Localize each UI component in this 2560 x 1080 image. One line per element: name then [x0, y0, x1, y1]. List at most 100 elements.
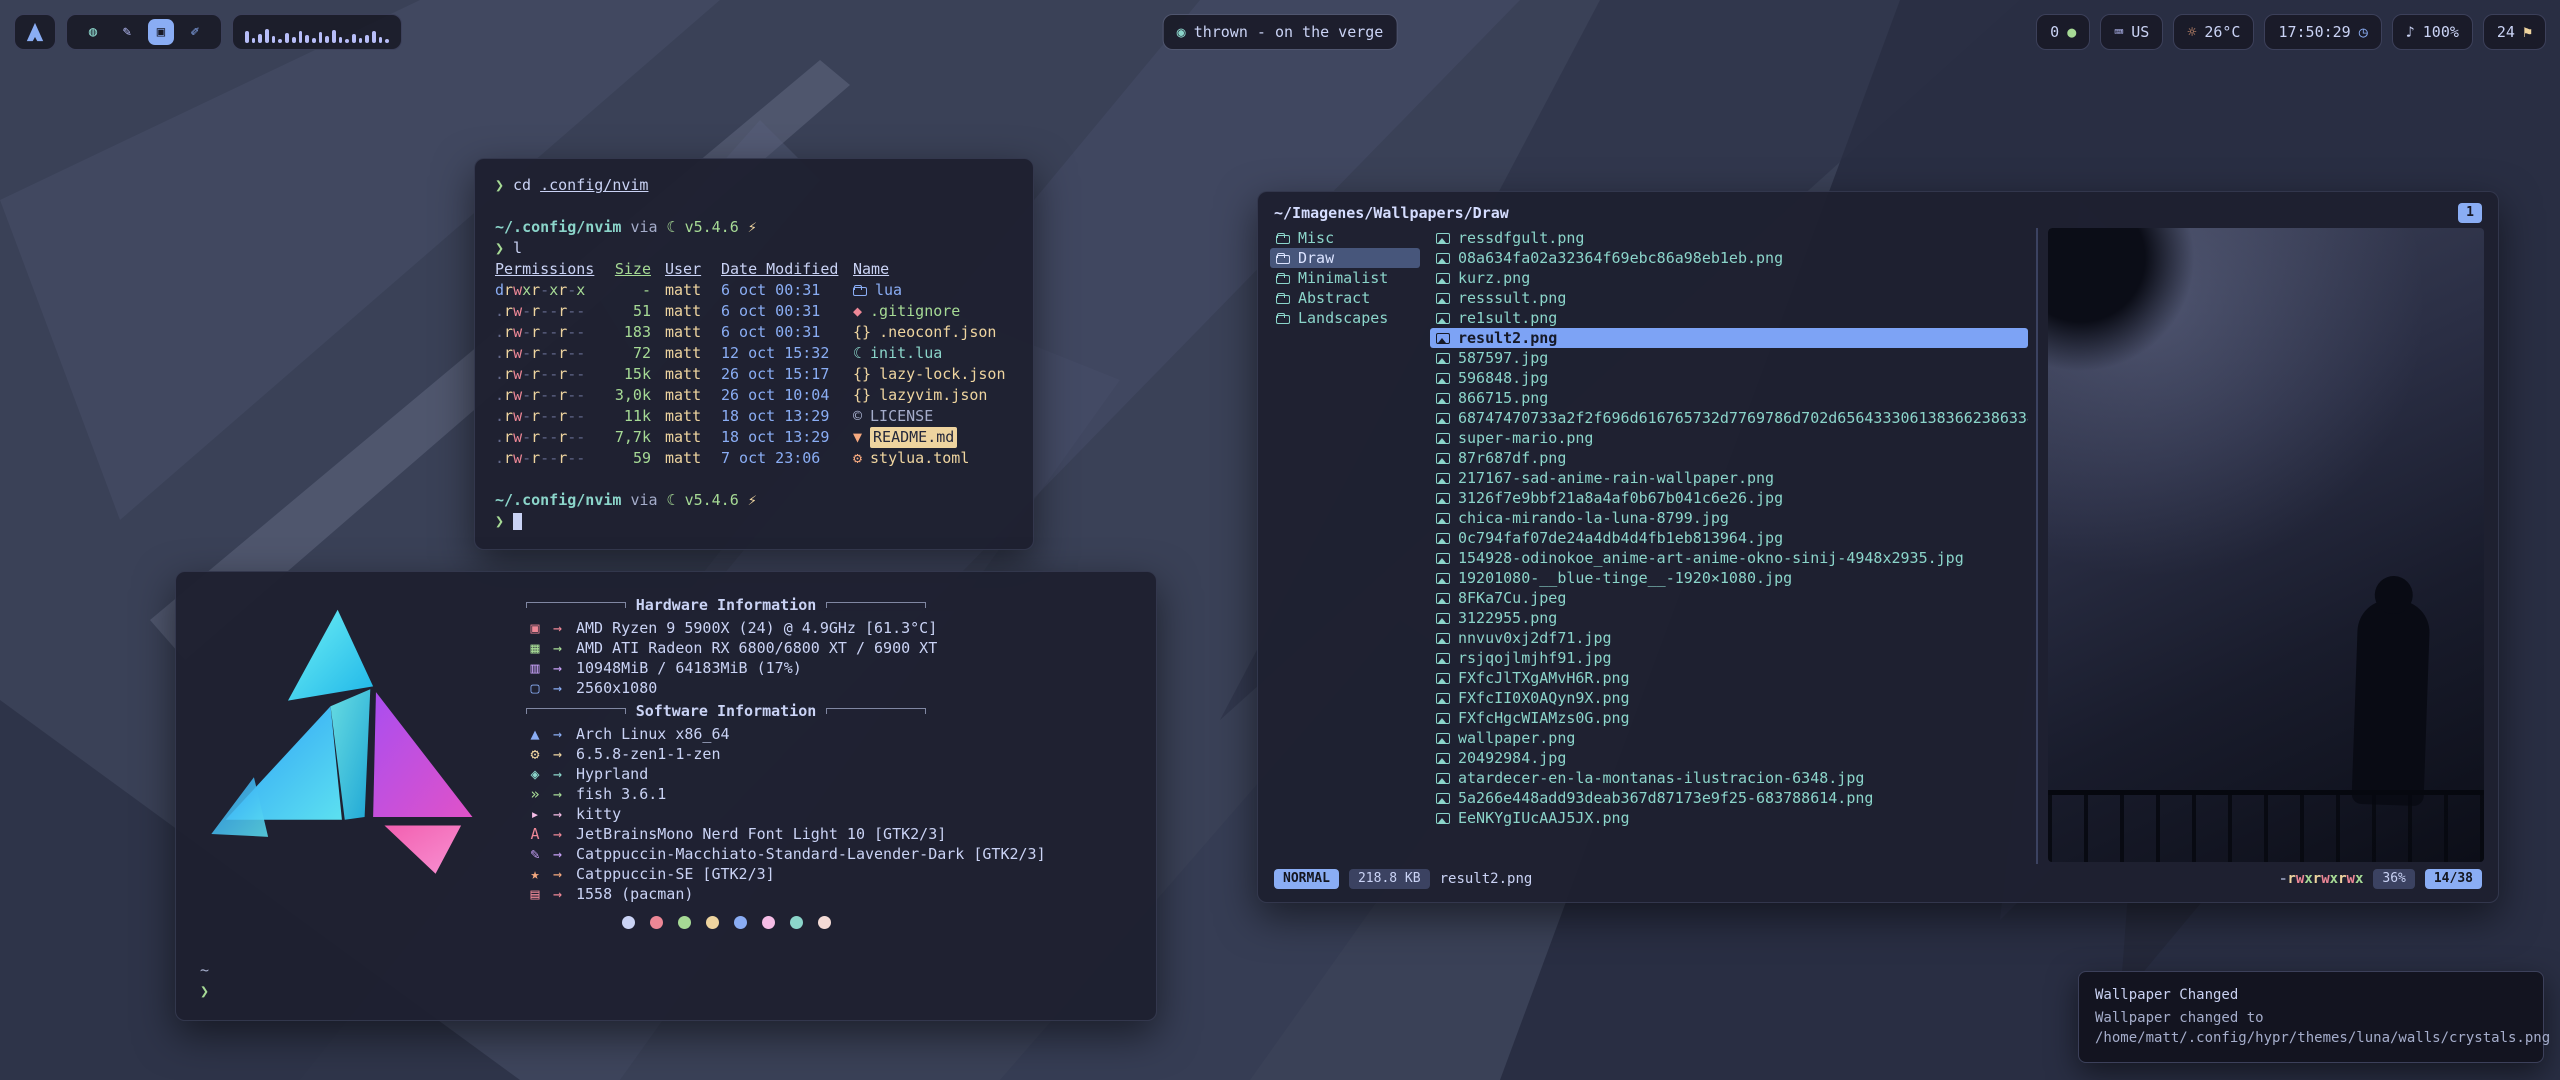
bolt-icon: ⚡	[748, 217, 757, 238]
terminal-icon: ▸	[526, 805, 544, 823]
file-manager-window[interactable]: ~/Imagenes/Wallpapers/Draw 1 MiscDrawMin…	[1257, 191, 2499, 903]
ls-size: 51	[609, 301, 651, 322]
file-item[interactable]: kurz.png	[1430, 268, 2028, 288]
bell-icon: ⚑	[2523, 23, 2532, 41]
perm-char: w	[2321, 871, 2329, 887]
terminal-prompt-line[interactable]: ❯	[495, 511, 1013, 532]
visualizer-bar	[345, 39, 349, 43]
file-item[interactable]: result2.png	[1430, 328, 2028, 348]
perm-char: r	[531, 323, 540, 341]
file-item[interactable]: 587597.jpg	[1430, 348, 2028, 368]
file-item[interactable]: 68747470733a2f2f696d616765732d7769786d70…	[1430, 408, 2028, 428]
file-item[interactable]: 3126f7e9bbf21a8a4af0b67b041c6e26.jpg	[1430, 488, 2028, 508]
perm-char: -	[567, 428, 576, 446]
file-item[interactable]: FXfcII0X0AQyn9X.png	[1430, 688, 2028, 708]
file-item[interactable]: ressdfgult.png	[1430, 228, 2028, 248]
file-item[interactable]: 154928-odinokoe_anime-art-anime-okno-sin…	[1430, 548, 2028, 568]
visualizer-bar	[292, 37, 296, 43]
file-item[interactable]: FXfcHgcWIAMzs0G.png	[1430, 708, 2028, 728]
file-item[interactable]: 5a266e448add93deab367d87173e9f25-6837886…	[1430, 788, 2028, 808]
folder-icon	[1276, 273, 1290, 284]
file-item[interactable]: 0c794faf07de24a4db4d4fb1eb813964.jpg	[1430, 528, 2028, 548]
volume-widget[interactable]: ♪ 100%	[2392, 14, 2473, 50]
file-item[interactable]: atardecer-en-la-montanas-ilustracion-634…	[1430, 768, 2028, 788]
folder-item[interactable]: Misc	[1270, 228, 1420, 248]
weather-widget[interactable]: ☼ 26°C	[2173, 14, 2254, 50]
workspace-2[interactable]: ✎	[114, 19, 140, 45]
media-player-widget[interactable]: ◉ thrown - on the verge	[1163, 14, 1398, 50]
file-type-braces-icon: {}	[853, 322, 871, 343]
file-item[interactable]: 596848.jpg	[1430, 368, 2028, 388]
perm-char: r	[2338, 871, 2346, 887]
keyboard-layout-widget[interactable]: ⌨ US	[2100, 14, 2163, 50]
perm-char: r	[558, 281, 567, 299]
crystal-logo	[200, 596, 498, 896]
launcher-button[interactable]	[14, 14, 56, 50]
file-item[interactable]: resssult.png	[1430, 288, 2028, 308]
file-item[interactable]: 217167-sad-anime-rain-wallpaper.png	[1430, 468, 2028, 488]
perm-char: -	[567, 449, 576, 467]
fetch-line: ★→Catppuccin-SE [GTK2/3]	[526, 864, 1132, 884]
workspace-3[interactable]: ▣	[148, 19, 174, 45]
perm-char: -	[540, 323, 549, 341]
file-item[interactable]: super-mario.png	[1430, 428, 2028, 448]
file-item[interactable]: EeNKYgIUcAAJ5JX.png	[1430, 808, 2028, 828]
file-item[interactable]: 3122955.png	[1430, 608, 2028, 628]
terminal-window-fetch[interactable]: Hardware Information▣→AMD Ryzen 9 5900X …	[175, 571, 1157, 1021]
file-item[interactable]: chica-mirando-la-luna-8799.jpg	[1430, 508, 2028, 528]
workspace-4[interactable]: ✐	[182, 19, 208, 45]
image-file-icon	[1436, 533, 1450, 544]
folder-item[interactable]: Landscapes	[1270, 308, 1420, 328]
tab-indicator[interactable]: 1	[2458, 203, 2482, 223]
image-file-icon	[1436, 413, 1450, 424]
folder-item[interactable]: Abstract	[1270, 288, 1420, 308]
file-item[interactable]: nnvuv0xj2df71.jpg	[1430, 628, 2028, 648]
perm-char: x	[2330, 871, 2338, 887]
terminal-window-nvim[interactable]: ❯cd.config/nvim ~/.config/nvimvia☾v5.4.6…	[474, 158, 1034, 550]
file-item[interactable]: wallpaper.png	[1430, 728, 2028, 748]
speaker-icon: ♪	[2406, 23, 2415, 41]
perm-char: .	[495, 386, 504, 404]
updates-widget[interactable]: 0 ●	[2036, 14, 2090, 50]
lua-version: v5.4.6	[685, 217, 739, 238]
perm-char: r	[558, 386, 567, 404]
preview-image	[2048, 228, 2484, 862]
position-badge: 14/38	[2425, 869, 2482, 889]
clock-time: 17:50:29	[2278, 23, 2350, 41]
theme-icon: ✎	[526, 845, 544, 863]
updates-icon: ●	[2067, 23, 2076, 41]
file-item[interactable]: re1sult.png	[1430, 308, 2028, 328]
fetch-value: Catppuccin-Macchiato-Standard-Lavender-D…	[576, 845, 1046, 863]
file-item[interactable]: 87r687df.png	[1430, 448, 2028, 468]
file-item[interactable]: 866715.png	[1430, 388, 2028, 408]
file-item[interactable]: 20492984.jpg	[1430, 748, 2028, 768]
image-file-icon	[1436, 353, 1450, 364]
ls-user: matt	[665, 364, 707, 385]
folder-item[interactable]: Minimalist	[1270, 268, 1420, 288]
header-line	[826, 708, 926, 714]
file-item[interactable]: 08a634fa02a32364f69ebc86a98eb1eb.png	[1430, 248, 2028, 268]
file-item[interactable]: rsjqojlmjhf91.jpg	[1430, 648, 2028, 668]
ls-user: matt	[665, 280, 707, 301]
palette-dot	[650, 916, 663, 929]
notifications-widget[interactable]: 24 ⚑	[2483, 14, 2546, 50]
home-path: ~	[200, 960, 1132, 981]
perm-char: r	[504, 386, 513, 404]
keyboard-layout: US	[2131, 23, 2149, 41]
file-name: wallpaper.png	[1458, 729, 1575, 747]
file-item[interactable]: 19201080-__blue-tinge__-1920×1080.jpg	[1430, 568, 2028, 588]
clock-widget[interactable]: 17:50:29 ◷	[2264, 14, 2381, 50]
notification-popup[interactable]: Wallpaper Changed Wallpaper changed to /…	[2078, 971, 2544, 1063]
fetch-prompt[interactable]: ~ ❯	[200, 960, 1132, 1002]
ls-header-date-modified: Date Modified	[721, 259, 839, 280]
file-item[interactable]: FXfcJlTXgAMvH6R.png	[1430, 668, 2028, 688]
workspace-1[interactable]: ◍	[80, 19, 106, 45]
perm-char: -	[567, 365, 576, 383]
ls-name: {}.neoconf.json	[853, 322, 1013, 343]
fetch-line: »→fish 3.6.1	[526, 784, 1132, 804]
file-item[interactable]: 8FKa7Cu.jpeg	[1430, 588, 2028, 608]
perm-char: r	[2287, 871, 2295, 887]
ls-name: {}lazyvim.json	[853, 385, 1013, 406]
folder-item[interactable]: Draw	[1270, 248, 1420, 268]
perm-char: -	[576, 365, 585, 383]
